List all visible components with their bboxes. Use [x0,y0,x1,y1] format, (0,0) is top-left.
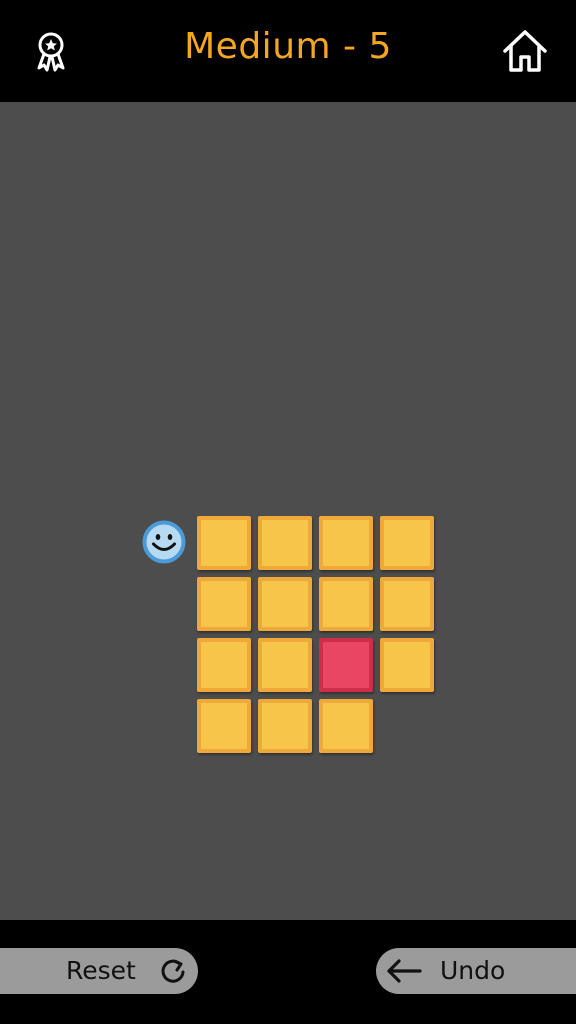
target-tile[interactable] [319,638,373,692]
floor-tile[interactable] [319,699,373,753]
floor-tile[interactable] [258,577,312,631]
reset-circular-arrow-icon [161,959,185,983]
floor-tile[interactable] [319,577,373,631]
reset-label: Reset [66,956,136,985]
floor-tile[interactable] [380,577,434,631]
floor-tile[interactable] [197,516,251,570]
level-title: Medium - 5 [184,26,392,67]
floor-tile[interactable] [380,638,434,692]
floor-tile[interactable] [197,638,251,692]
floor-tile[interactable] [197,577,251,631]
undo-label: Undo [440,956,506,985]
home-icon [503,30,547,72]
floor-tile[interactable] [258,638,312,692]
smiley-face-icon[interactable] [142,520,186,564]
home-button[interactable] [498,26,552,76]
floor-tile[interactable] [258,516,312,570]
game-board [0,102,576,920]
floor-tile[interactable] [319,516,373,570]
floor-tile[interactable] [258,699,312,753]
floor-tile[interactable] [380,516,434,570]
floor-tile[interactable] [197,699,251,753]
reset-button[interactable]: Reset [0,948,198,994]
arrow-left-icon [387,959,422,983]
undo-button[interactable]: Undo [376,948,576,994]
top-bar: Medium - 5 [0,0,576,102]
